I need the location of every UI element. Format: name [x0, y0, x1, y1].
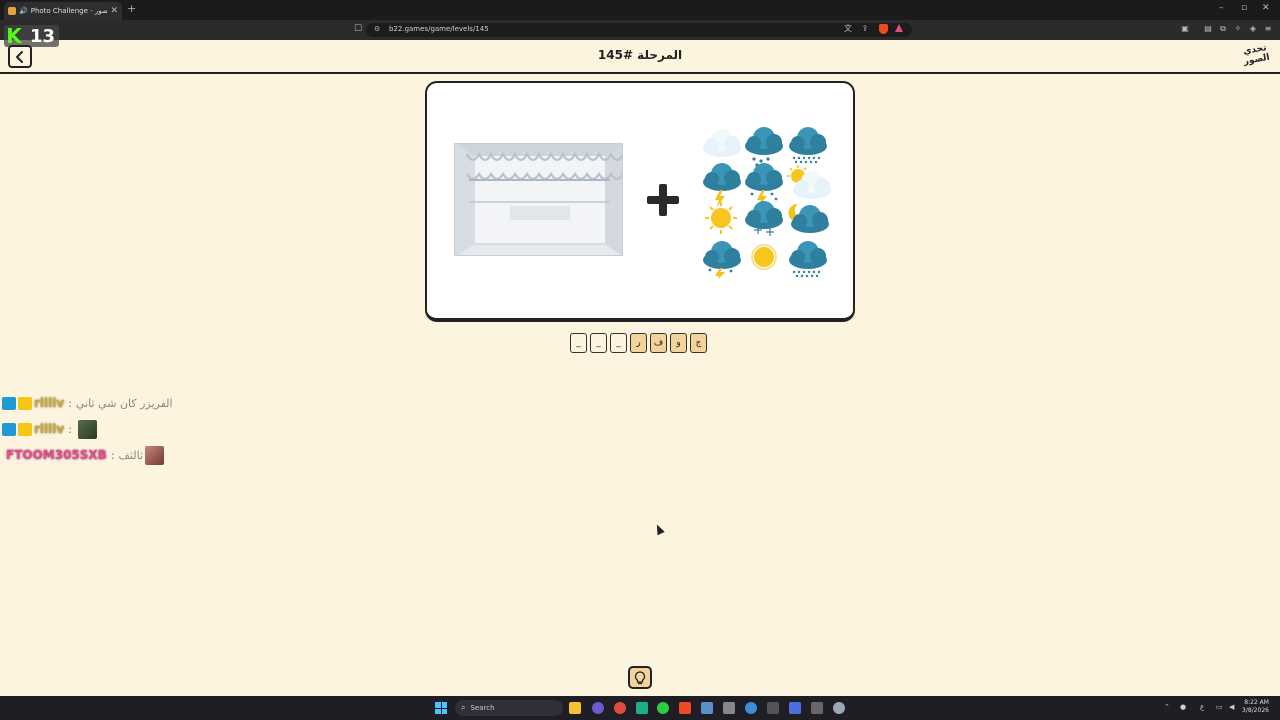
lightbulb-icon: [634, 670, 646, 684]
answer-slot[interactable]: ف: [650, 333, 667, 353]
app-icon[interactable]: [789, 702, 801, 714]
chat-text: الفريزر كان شي ثاني: [75, 396, 173, 410]
moderator-badge-icon: [2, 396, 16, 410]
url-text[interactable]: b22.games/game/levels/145: [389, 25, 489, 33]
brave-icon[interactable]: [679, 702, 691, 714]
epic-games-icon[interactable]: [767, 702, 779, 714]
level-title: المرحلة #145: [597, 48, 683, 62]
chat-message: FTOOM305SXB : ثالثف: [6, 445, 165, 465]
chevron-left-icon: [16, 50, 23, 63]
app-icon[interactable]: [723, 702, 735, 714]
chat-username: rllllv: [34, 422, 65, 436]
tab-groups-icon[interactable]: ⧉: [1218, 24, 1228, 34]
bookmark-icon[interactable]: ☐: [354, 24, 362, 34]
minimize-icon[interactable]: –: [1219, 3, 1224, 13]
sticker-image: [77, 419, 97, 439]
file-explorer-icon[interactable]: [569, 702, 581, 714]
network-icon[interactable]: ▭: [1216, 703, 1223, 711]
menu-icon[interactable]: ≡: [1263, 24, 1273, 34]
answer-slot[interactable]: و: [670, 333, 687, 353]
sidebar-icon[interactable]: ▣: [1180, 24, 1190, 34]
chat-username: FTOOM305SXB: [6, 448, 107, 462]
search-icon: ⌕: [461, 703, 466, 712]
xbox-icon[interactable]: [657, 702, 669, 714]
close-tab-icon[interactable]: ✕: [110, 6, 118, 16]
answer-slot[interactable]: _: [590, 333, 607, 353]
split-view-icon[interactable]: ▤: [1203, 24, 1213, 34]
chat-separator: :: [110, 448, 115, 462]
taskbar-search[interactable]: ⌕ Search: [455, 700, 563, 716]
freezer-photo: [454, 143, 623, 256]
chrome-icon[interactable]: [614, 702, 626, 714]
brave-shields-icon[interactable]: [879, 24, 888, 34]
browser-tab-bar: [0, 0, 1280, 20]
moderator-badge-icon: [2, 422, 16, 436]
language-icon[interactable]: ع: [1200, 703, 1204, 711]
tab-title: Photo Challenge - تحدي الصور: [30, 7, 108, 15]
clock-date: 3/8/2026: [1242, 707, 1269, 714]
answer-slots: _ _ _ ر ف و ج: [570, 333, 707, 354]
edge-icon[interactable]: [745, 702, 757, 714]
chat-username: rllllv: [34, 396, 65, 410]
search-label: Search: [470, 704, 495, 712]
chat-separator: :: [68, 396, 72, 410]
microphone-icon[interactable]: ●: [1180, 703, 1186, 711]
answer-slot[interactable]: ر: [630, 333, 647, 353]
site-info-icon[interactable]: ⚙: [374, 25, 380, 33]
clock-time: 8:22 AM: [1244, 699, 1269, 706]
browser-tab[interactable]: 🔊 Photo Challenge - تحدي الصور ✕: [4, 2, 122, 20]
windows-start-icon[interactable]: [435, 702, 447, 714]
crown-badge-icon: [18, 422, 32, 436]
app-icon[interactable]: [811, 702, 823, 714]
speaker-icon[interactable]: 🔊: [19, 7, 28, 15]
hint-button[interactable]: [628, 666, 652, 689]
shield-app-icon[interactable]: [701, 702, 713, 714]
tab-favicon-icon: [8, 7, 16, 15]
answer-slot[interactable]: _: [570, 333, 587, 353]
sticker-image: [145, 445, 165, 465]
crown-badge-icon: [18, 396, 32, 410]
translate-icon[interactable]: 文: [843, 24, 853, 34]
chevron-up-icon[interactable]: ⌃: [1164, 703, 1170, 711]
chat-separator: :: [68, 422, 72, 436]
brave-rewards-icon[interactable]: [895, 24, 903, 32]
vpn-icon[interactable]: ◈: [1248, 24, 1258, 34]
share-icon[interactable]: ⇪: [860, 24, 870, 34]
close-window-icon[interactable]: ✕: [1262, 3, 1270, 13]
discord-icon[interactable]: [592, 702, 604, 714]
settings-icon[interactable]: [833, 702, 845, 714]
chat-message: rllllv :: [2, 419, 97, 439]
app-icon[interactable]: [636, 702, 648, 714]
mouse-cursor-icon: [653, 522, 665, 536]
chat-message: rllllv : الفريزر كان شي ثاني: [2, 393, 173, 413]
plus-icon: [646, 183, 680, 217]
chat-text: ثالثف: [118, 448, 144, 462]
answer-slot[interactable]: _: [610, 333, 627, 353]
new-tab-button[interactable]: +: [127, 2, 136, 15]
extensions-icon[interactable]: ✧: [1233, 24, 1243, 34]
volume-icon[interactable]: ◀: [1229, 703, 1234, 711]
back-button[interactable]: [8, 45, 32, 68]
answer-slot[interactable]: ج: [690, 333, 707, 353]
taskbar-clock[interactable]: 8:22 AM 3/8/2026: [1242, 699, 1269, 715]
restore-icon[interactable]: ▫: [1241, 3, 1247, 13]
weather-icons-grid: [700, 122, 834, 282]
